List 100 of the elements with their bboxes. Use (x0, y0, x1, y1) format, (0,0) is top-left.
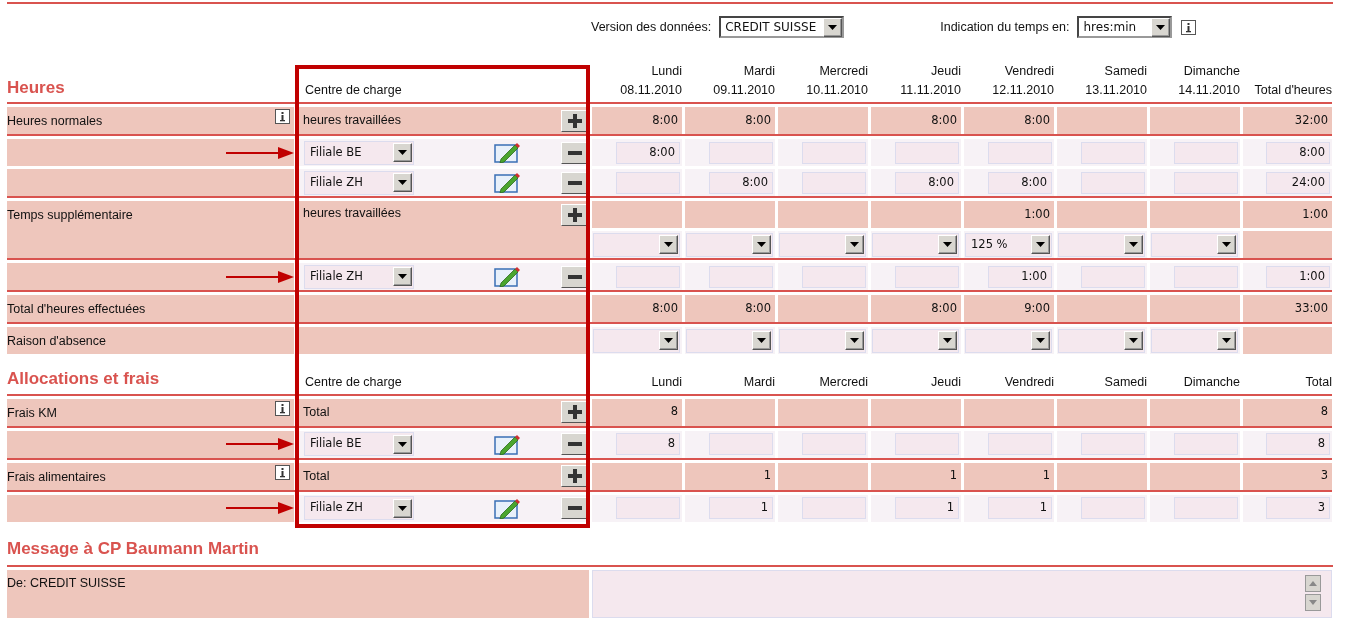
caret-icon[interactable] (1222, 242, 1231, 247)
caret-icon[interactable] (664, 338, 673, 343)
input-field[interactable] (709, 433, 773, 455)
select-field[interactable] (1151, 328, 1238, 353)
input-field[interactable]: 1:00 (988, 265, 1052, 288)
input-field[interactable]: 1:00 (1266, 265, 1330, 288)
add-button[interactable] (561, 401, 589, 423)
input-field[interactable]: 8:00 (709, 171, 773, 194)
input-field[interactable] (709, 141, 773, 164)
caret-icon[interactable] (664, 242, 673, 247)
input-field[interactable]: 1 (988, 497, 1052, 519)
caret-icon[interactable] (757, 338, 766, 343)
caret-icon[interactable] (398, 180, 407, 185)
input-field[interactable] (616, 171, 680, 194)
input-field[interactable] (1081, 141, 1145, 164)
select-field[interactable] (593, 232, 680, 257)
select-field[interactable] (593, 328, 680, 353)
input-field[interactable]: 24:00 (1266, 171, 1330, 194)
input-field[interactable] (1174, 265, 1238, 288)
remove-button[interactable] (561, 265, 589, 288)
input-field[interactable]: 8:00 (988, 171, 1052, 194)
input-field[interactable]: 8:00 (1266, 141, 1330, 164)
select-field[interactable] (686, 328, 773, 353)
caret-icon[interactable] (943, 338, 952, 343)
input-field[interactable] (895, 265, 959, 288)
add-button[interactable] (561, 109, 589, 132)
caret-icon[interactable] (1129, 242, 1138, 247)
input-field[interactable]: 1 (895, 497, 959, 519)
input-field[interactable] (895, 141, 959, 164)
edit-icon[interactable] (494, 433, 521, 455)
edit-icon[interactable] (494, 266, 521, 287)
caret-icon[interactable] (1222, 338, 1231, 343)
select-field[interactable] (965, 328, 1052, 353)
input-field[interactable] (802, 265, 866, 288)
input-field[interactable] (895, 433, 959, 455)
input-field[interactable] (616, 497, 680, 519)
select-field[interactable] (686, 232, 773, 257)
select-field[interactable]: Filiale ZH (304, 170, 414, 195)
info-icon[interactable] (1181, 19, 1197, 35)
caret-icon[interactable] (398, 274, 407, 279)
select-field[interactable] (1151, 232, 1238, 257)
input-field[interactable] (1081, 265, 1145, 288)
caret-icon[interactable] (943, 242, 952, 247)
info-icon[interactable] (275, 464, 290, 480)
caret-icon[interactable] (398, 150, 407, 155)
add-button[interactable] (561, 204, 589, 226)
remove-button[interactable] (561, 141, 589, 164)
input-field[interactable] (802, 171, 866, 194)
input-field[interactable]: 8:00 (616, 141, 680, 164)
input-field[interactable] (988, 141, 1052, 164)
edit-icon[interactable] (494, 497, 521, 519)
input-field[interactable]: 3 (1266, 497, 1330, 519)
caret-icon[interactable] (1129, 338, 1138, 343)
caret-icon[interactable] (398, 505, 407, 511)
input-field[interactable] (1081, 433, 1145, 455)
caret-icon[interactable] (1036, 242, 1045, 247)
caret-icon[interactable] (828, 24, 838, 30)
scrollbar-icon[interactable] (1305, 575, 1321, 611)
input-field[interactable] (1174, 171, 1238, 194)
remove-button[interactable] (561, 171, 589, 194)
input-field[interactable] (616, 265, 680, 288)
message-field[interactable] (592, 570, 1332, 618)
caret-icon[interactable] (398, 441, 407, 447)
select-field[interactable] (779, 232, 866, 257)
input-field[interactable] (1174, 433, 1238, 455)
select-field[interactable]: hres:min (1077, 16, 1173, 38)
edit-icon[interactable] (494, 142, 521, 163)
select-field[interactable]: Filiale BE (304, 140, 414, 165)
select-field[interactable]: CREDIT SUISSE (719, 16, 845, 38)
select-field[interactable] (872, 328, 959, 353)
input-field[interactable] (988, 433, 1052, 455)
select-field[interactable] (1058, 328, 1145, 353)
edit-icon[interactable] (494, 172, 521, 193)
select-field[interactable]: Filiale ZH (304, 496, 414, 520)
select-field[interactable]: 125 % (965, 232, 1052, 257)
input-field[interactable]: 8 (616, 433, 680, 455)
input-field[interactable] (1081, 497, 1145, 519)
caret-icon[interactable] (1036, 338, 1045, 343)
input-field[interactable] (802, 141, 866, 164)
input-field[interactable]: 1 (709, 497, 773, 519)
input-field[interactable] (1081, 171, 1145, 194)
select-field[interactable] (779, 328, 866, 353)
caret-icon[interactable] (850, 242, 859, 247)
add-button[interactable] (561, 465, 589, 487)
input-field[interactable] (709, 265, 773, 288)
remove-button[interactable] (561, 497, 589, 519)
caret-icon[interactable] (850, 338, 859, 343)
input-field[interactable]: 8:00 (895, 171, 959, 194)
select-field[interactable]: Filiale ZH (304, 264, 414, 289)
caret-icon[interactable] (1156, 24, 1166, 30)
select-field[interactable] (1058, 232, 1145, 257)
remove-button[interactable] (561, 433, 589, 455)
input-field[interactable] (1174, 497, 1238, 519)
input-field[interactable]: 8 (1266, 433, 1330, 455)
info-icon[interactable] (275, 400, 290, 416)
caret-icon[interactable] (757, 242, 766, 247)
input-field[interactable] (1174, 141, 1238, 164)
input-field[interactable] (802, 497, 866, 519)
info-icon[interactable] (275, 109, 290, 124)
select-field[interactable] (872, 232, 959, 257)
